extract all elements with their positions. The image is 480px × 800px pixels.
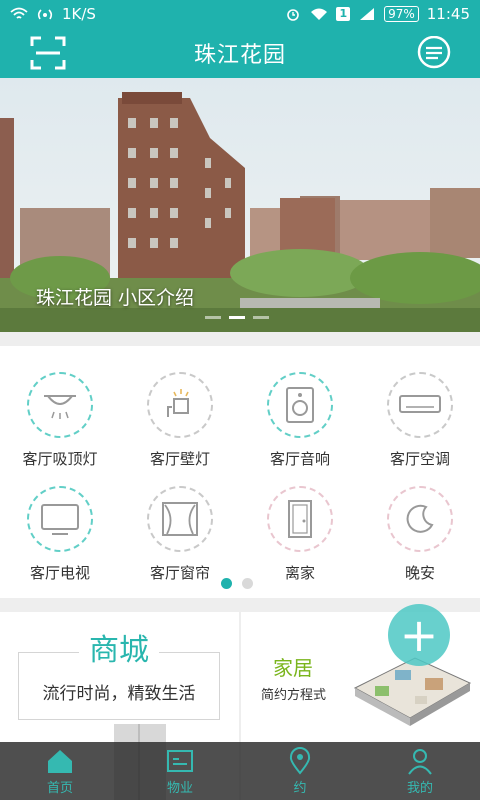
- device-air-conditioner[interactable]: 客厅空调: [360, 372, 480, 469]
- device-label: 客厅电视: [29, 564, 90, 582]
- device-curtain[interactable]: 客厅窗帘: [120, 486, 240, 583]
- device-wall-lamp[interactable]: 客厅壁灯: [120, 372, 240, 469]
- sim-badge: 1: [336, 7, 351, 21]
- air-conditioner-icon: [399, 395, 441, 413]
- tab-label: 约: [293, 781, 307, 796]
- property-icon: [167, 750, 193, 772]
- tab-home[interactable]: 首页: [0, 742, 120, 800]
- location-icon: [289, 747, 311, 775]
- device-label: 晚安: [404, 564, 435, 582]
- tab-property[interactable]: 物业: [120, 742, 240, 800]
- device-label: 客厅吸顶灯: [22, 450, 98, 468]
- moon-icon: [406, 504, 434, 533]
- scan-icon[interactable]: [30, 36, 66, 70]
- icon-ring: [267, 486, 333, 552]
- home-title: 家居: [273, 656, 313, 680]
- add-button[interactable]: +: [388, 604, 450, 666]
- device-tv[interactable]: 客厅电视: [0, 486, 120, 583]
- page-dot: [242, 578, 253, 589]
- home-icon: [48, 750, 72, 773]
- wifi-signal-icon: [311, 8, 328, 20]
- cell-signal-icon: [360, 8, 375, 20]
- icon-ring: [27, 486, 93, 552]
- net-speed: 1K/S: [62, 5, 96, 23]
- status-bar: 1K/S 1 97% 11:45: [0, 0, 480, 28]
- device-leave-home[interactable]: 离家: [240, 486, 360, 583]
- device-label: 客厅窗帘: [149, 564, 210, 582]
- bottom-tab-bar: 首页 物业 约 我的: [0, 742, 480, 800]
- banner-dot-active: [229, 316, 245, 319]
- tab-label: 我的: [406, 781, 433, 796]
- mall-subtitle: 流行时尚，精致生活: [42, 684, 196, 704]
- device-label: 客厅音响: [269, 450, 330, 468]
- icon-ring: [267, 372, 333, 438]
- mall-frame: 商城 流行时尚，精致生活: [18, 633, 220, 720]
- device-label: 客厅壁灯: [149, 450, 210, 468]
- alarm-icon: [287, 9, 300, 21]
- icon-ring: [387, 372, 453, 438]
- community-banner[interactable]: 珠江花园 小区介绍: [0, 78, 480, 332]
- banner-dot: [253, 316, 269, 319]
- battery-level: 97%: [384, 6, 419, 22]
- banner-indicator: [205, 316, 269, 319]
- device-label: 离家: [284, 564, 315, 582]
- device-speaker[interactable]: 客厅音响: [240, 372, 360, 469]
- device-page-indicator: [221, 578, 253, 589]
- page-title: 珠江花园: [193, 43, 286, 68]
- tab-label: 首页: [46, 781, 73, 796]
- tab-label: 物业: [166, 781, 193, 796]
- user-icon: [408, 749, 432, 775]
- device-ceiling-light[interactable]: 客厅吸顶灯: [0, 372, 120, 469]
- ceiling-light-icon: [44, 395, 76, 419]
- mall-title-wrap: 商城: [19, 625, 219, 669]
- mall-title: 商城: [79, 633, 159, 668]
- icon-ring: [387, 486, 453, 552]
- message-icon[interactable]: [416, 36, 452, 70]
- door-icon: [288, 500, 312, 538]
- banner-caption: 珠江花园 小区介绍: [36, 287, 195, 309]
- speaker-icon: [286, 387, 314, 423]
- tv-icon: [41, 504, 79, 535]
- hotspot-icon: [37, 9, 53, 20]
- device-label: 客厅空调: [389, 450, 450, 468]
- home-subtitle: 简约方程式: [261, 688, 327, 703]
- tab-mine[interactable]: 我的: [360, 742, 480, 800]
- icon-ring: [147, 486, 213, 552]
- wall-lamp-icon: [167, 389, 189, 417]
- title-bar: 珠江花园: [0, 28, 480, 78]
- wifi-icon: [10, 7, 28, 19]
- icon-ring: [147, 372, 213, 438]
- page-dot-active: [221, 578, 232, 589]
- device-good-night[interactable]: 晚安: [360, 486, 480, 583]
- banner-dot: [205, 316, 221, 319]
- device-grid: 客厅吸顶灯 客厅壁灯 客厅音响 客厅空调 客厅电视 客厅窗帘 离家 晚安: [0, 346, 480, 598]
- curtain-icon: [162, 502, 198, 536]
- icon-ring: [27, 372, 93, 438]
- clock: 11:45: [426, 5, 470, 23]
- tab-appointment[interactable]: 约: [240, 742, 360, 800]
